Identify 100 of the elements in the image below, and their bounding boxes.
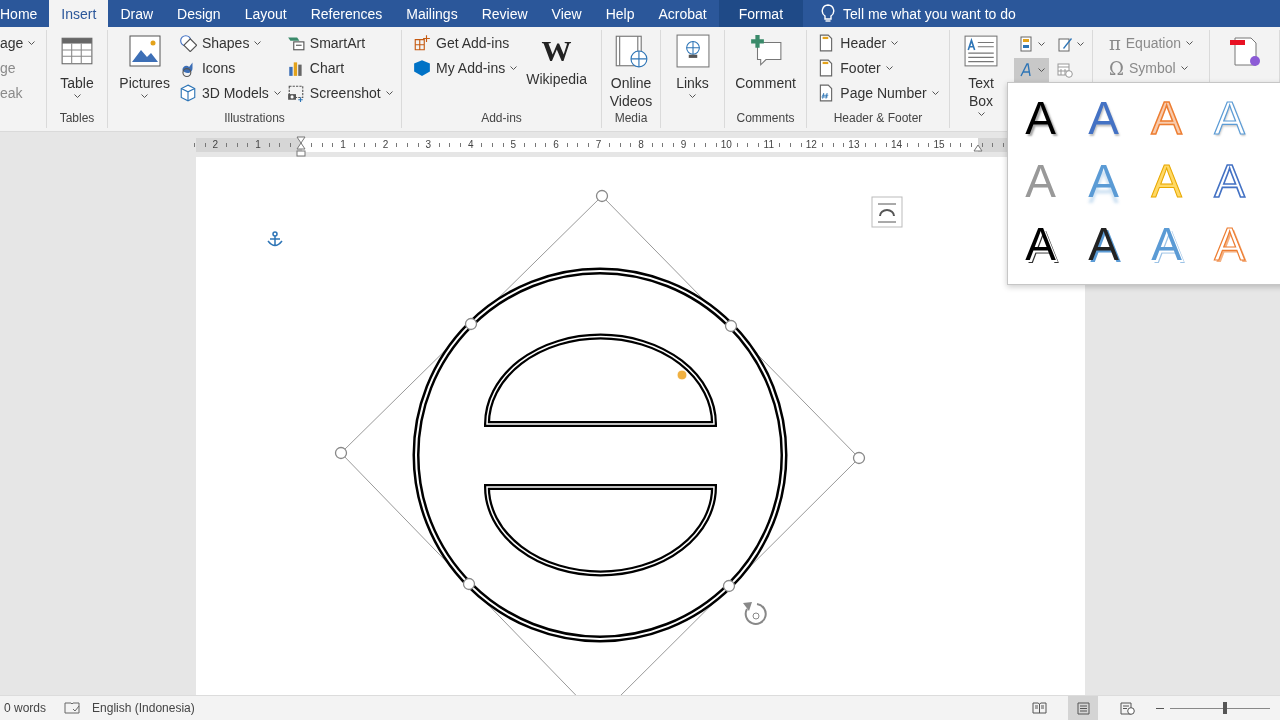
ribbon-tab[interactable]: Mailings [394, 0, 470, 27]
group-label: Tables [59, 111, 95, 125]
group-label: Add-ins [481, 111, 522, 125]
ribbon-tab[interactable]: References [298, 0, 395, 27]
anchor-icon [267, 231, 283, 247]
ribbon-tab[interactable]: Layout [232, 0, 299, 27]
caret-icon [689, 94, 696, 98]
wikipedia-logo: W [541, 34, 572, 68]
ribbon-button[interactable]: Get Add-ins [413, 32, 518, 54]
ribbon-button[interactable]: Online Videos [606, 30, 656, 111]
ribbon-tab[interactable]: Help [593, 0, 647, 27]
ribbon-button[interactable] [1014, 58, 1049, 82]
resize-handle[interactable] [595, 189, 609, 203]
caret-icon [254, 41, 262, 45]
ribbon-button[interactable]: Shapes [178, 32, 281, 54]
caret-icon [1180, 66, 1188, 70]
indent-marker-icon[interactable] [296, 136, 306, 158]
ribbon-button[interactable]: W Wikipedia [523, 30, 590, 111]
film-globe-icon [614, 34, 648, 68]
ribbon-tab[interactable]: Insert [49, 0, 109, 27]
group-label: Illustrations [224, 111, 285, 125]
wordart-style-option[interactable]: A [1009, 212, 1072, 275]
ribbon-button[interactable]: Icons [178, 57, 281, 79]
proofing-icon[interactable] [64, 701, 81, 715]
diagram-icon [286, 34, 305, 52]
wordart-style-option[interactable]: A [1072, 212, 1135, 275]
caret-icon [141, 94, 149, 98]
wordart-style-option[interactable]: A [1072, 86, 1135, 149]
ribbon-button[interactable]: Screenshot [286, 82, 393, 104]
language-indicator[interactable]: English (Indonesia) [92, 701, 195, 715]
web-layout-icon [1119, 701, 1135, 715]
group-label: Media [614, 111, 648, 125]
wordart-style-option[interactable]: A [1009, 86, 1072, 149]
cube-icon [413, 59, 431, 77]
wordart-style-option[interactable]: A [1198, 149, 1261, 212]
ribbon-button[interactable]: Links [672, 30, 713, 111]
adjust-handle[interactable] [676, 369, 688, 381]
ribbon-button[interactable]: Comment [732, 30, 799, 111]
ribbon-tab[interactable]: Acrobat [646, 0, 719, 27]
document-icon [1227, 34, 1262, 68]
resize-handle[interactable] [722, 579, 736, 593]
resize-handle[interactable] [462, 577, 476, 591]
shapes-icon [178, 34, 197, 52]
text-box-icon [964, 34, 998, 68]
rotate-handle-icon[interactable] [743, 602, 767, 625]
caret-icon [73, 94, 81, 98]
ribbon-button[interactable]: 3D Models [178, 82, 281, 104]
glyph-icon: π [1108, 32, 1121, 54]
ribbon-button[interactable]: Text Box [954, 30, 1008, 116]
ribbon-tab[interactable]: Review [469, 0, 540, 27]
caret-icon [1186, 41, 1194, 45]
book-icon [1031, 702, 1047, 714]
camera-icon [286, 84, 305, 102]
caret-icon [1038, 42, 1045, 46]
caret-icon [891, 41, 899, 45]
ribbon-tab[interactable]: Draw [108, 0, 166, 27]
ribbon-tab[interactable]: View [539, 0, 594, 27]
comment-plus-icon [748, 34, 783, 68]
caret-icon [977, 112, 985, 116]
ribbon-tab[interactable]: Format [718, 0, 804, 27]
lightbulb-icon [821, 3, 836, 24]
ribbon-button[interactable]: Page Number [817, 82, 939, 104]
ribbon-tab[interactable]: Home [0, 0, 50, 27]
view-button[interactable] [1068, 695, 1098, 720]
page-layout-icon [1076, 701, 1090, 715]
ribbon-button[interactable]: My Add-ins [413, 57, 518, 79]
ribbon-button[interactable]: Chart [286, 57, 393, 79]
caret-icon [1038, 68, 1045, 72]
resize-handle[interactable] [852, 451, 866, 465]
caret-icon [931, 91, 939, 95]
group-label: Comments [736, 111, 795, 125]
zoom-slider-thumb[interactable] [1223, 702, 1227, 714]
picture-icon [127, 34, 162, 68]
ribbon-button[interactable]: Header [817, 32, 939, 54]
word-count[interactable]: 0 words [4, 701, 47, 715]
caret-icon [385, 91, 393, 95]
letter-icon [1018, 62, 1034, 78]
glyph-icon: Ω [1108, 57, 1124, 79]
resize-handle[interactable] [464, 317, 478, 331]
caret-icon [510, 66, 518, 70]
calendar-clock-icon [1057, 62, 1073, 78]
caret-icon [885, 66, 893, 70]
resize-handle[interactable] [334, 446, 348, 460]
ribbon-tab[interactable]: Design [165, 0, 233, 27]
ribbon-button[interactable]: Table [57, 30, 97, 111]
ribbon-button[interactable]: Footer [817, 57, 939, 79]
globe-link-icon [675, 34, 710, 68]
ribbon-button[interactable]: SmartArt [286, 32, 393, 54]
layout-options-icon[interactable] [871, 196, 903, 228]
caret-icon [273, 91, 281, 95]
ribbon-button[interactable]: Pictures [116, 30, 173, 111]
pen-paper-icon [1057, 36, 1073, 52]
tell-me-field[interactable]: Tell me what you want to do [821, 0, 1016, 27]
ribbon-button[interactable]: age [0, 32, 36, 54]
ring-shape-drawing[interactable] [412, 267, 788, 643]
resize-handle[interactable] [724, 319, 738, 333]
indent-marker-icon[interactable] [973, 144, 983, 152]
caret-icon [28, 41, 36, 45]
cube-icon [178, 84, 197, 102]
grid-plus-icon [413, 34, 431, 52]
